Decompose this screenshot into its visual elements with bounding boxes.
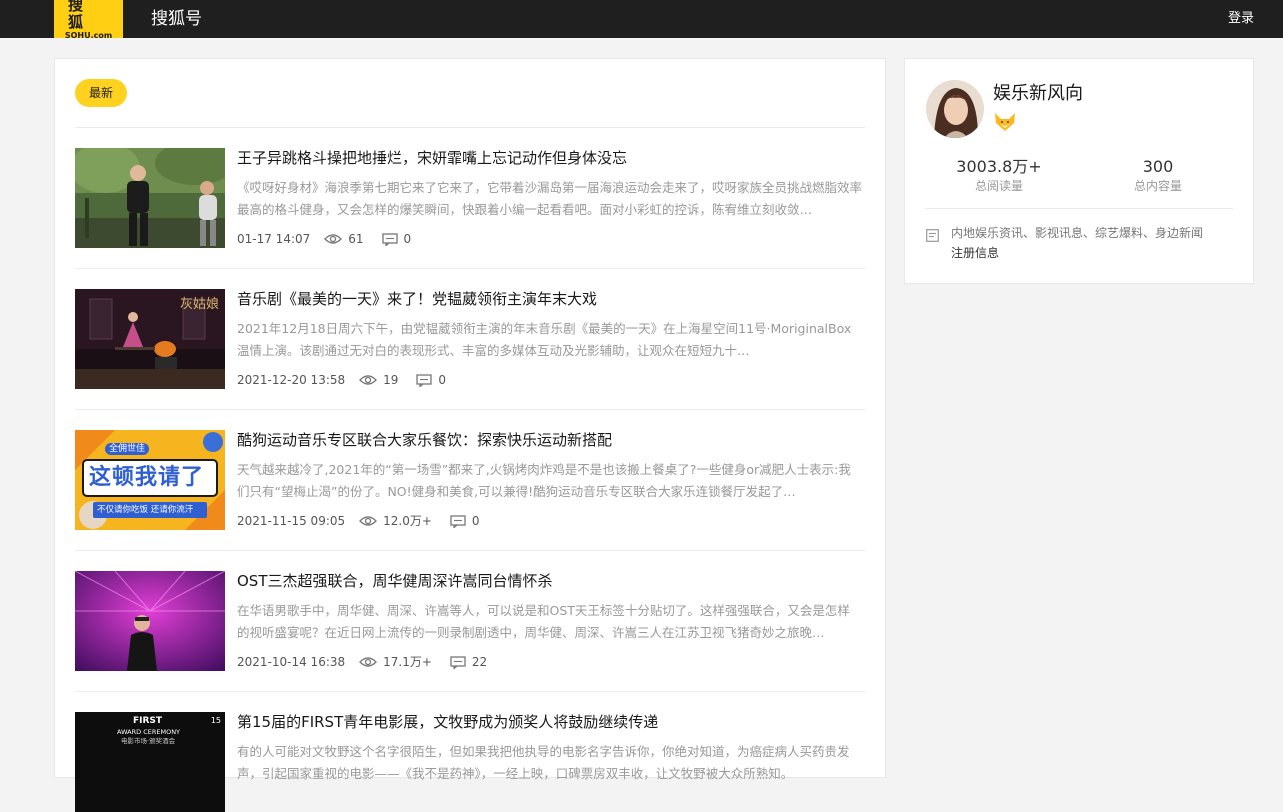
thumbnail-subline: 不仅请你吃饭 还请你流汗: [97, 505, 194, 515]
total-content-label: 总内容量: [1133, 179, 1182, 193]
fox-badge-icon: [993, 111, 1017, 133]
article-summary: 2021年12月18日周六下午，由党韫葳领衔主演的年末音乐剧《最美的一天》在上海…: [237, 321, 852, 358]
comment-count[interactable]: 0: [438, 372, 446, 388]
logo-en-text: SOHU.com: [64, 31, 113, 40]
login-link[interactable]: 登录: [1228, 10, 1254, 27]
article-item[interactable]: 王子异跳格斗操把地捶烂，宋妍霏嘴上忘记动作但身体没忘 《哎呀好身材》海浪季第七期…: [75, 148, 865, 248]
view-count: 61: [348, 232, 364, 246]
article-date: 2021-10-14 16:38: [237, 655, 346, 669]
article-date: 2021-11-15 09:05: [237, 514, 346, 528]
stat-total-reads: 3003.8万+ 总阅读量: [939, 157, 1059, 194]
article-title[interactable]: 王子异跳格斗操把地捶烂，宋妍霏嘴上忘记动作但身体没忘: [237, 148, 865, 168]
article-title[interactable]: 音乐剧《最美的一天》来了！党韫葳领衔主演年末大戏: [237, 289, 865, 309]
eye-icon: [324, 233, 343, 245]
article-item[interactable]: OST三杰超强联合，周华健周深许嵩同台情怀杀 在华语男歌手中，周华健、周深、许嵩…: [75, 571, 865, 671]
article-thumbnail[interactable]: 全佣世佳 这顿我请了 不仅请你吃饭 还请你流汗: [75, 430, 225, 530]
comment-count[interactable]: 0: [472, 513, 480, 529]
eye-icon: [359, 656, 378, 668]
avatar[interactable]: [926, 80, 984, 138]
thumbnail-badge: 全佣世佳: [105, 443, 150, 455]
divider: [75, 691, 865, 692]
article-meta: 2021-11-15 09:05 12.0万+ 0: [237, 513, 498, 529]
total-reads-value: 3003.8万+: [956, 157, 1042, 176]
comment-count[interactable]: 22: [472, 654, 487, 670]
article-date: 01-17 14:07: [237, 232, 311, 246]
article-title[interactable]: 酷狗运动音乐专区联合大家乐餐饮：探索快乐运动新搭配: [237, 430, 865, 450]
tab-latest[interactable]: 最新: [75, 79, 128, 107]
thumbnail-number: 15: [210, 716, 221, 725]
comment-icon[interactable]: [450, 655, 466, 669]
thumbnail-headline: 这顿我请了: [89, 465, 205, 490]
top-navbar: 搜狐 SOHU.com 搜狐号 登录: [0, 0, 1283, 40]
stat-total-content: 300 总内容量: [1098, 157, 1218, 194]
author-card: 娱乐新风向 3003.8万+ 总阅读量 300 总内容量 内地娱乐资讯、影视讯息…: [904, 58, 1254, 284]
total-reads-label: 总阅读量: [974, 179, 1023, 193]
article-item[interactable]: 全佣世佳 这顿我请了 不仅请你吃饭 还请你流汗 酷狗运动音乐专区联合大家乐餐饮：…: [75, 430, 865, 530]
article-thumbnail[interactable]: FIRST AWARD CEREMONY 电影市场·颁奖酒会 15: [75, 712, 225, 812]
article-feed: 最新 王子异跳格斗操把地捶烂，宋妍霏嘴上忘记动作但身体没忘 《哎呀好身材》海浪季…: [54, 58, 886, 812]
article-thumbnail[interactable]: 灰姑娘: [75, 289, 225, 389]
eye-icon: [359, 374, 378, 386]
article-meta: 2021-10-14 16:38 17.1万+ 22: [237, 654, 505, 670]
article-meta: 01-17 14:07 61 0: [237, 231, 429, 247]
divider: [75, 268, 865, 269]
article-thumbnail[interactable]: [75, 148, 225, 248]
article-title[interactable]: OST三杰超强联合，周华健周深许嵩同台情怀杀: [237, 571, 865, 591]
eye-icon: [359, 515, 378, 527]
divider: [925, 208, 1233, 209]
thumbnail-logo-text: FIRST: [133, 716, 163, 726]
thumbnail-caption: AWARD CEREMONY: [117, 728, 181, 736]
thumbnail-caption-cn: 电影市场·颁奖酒会: [121, 737, 176, 745]
article-summary: 天气越来越冷了,2021年的“第一场雪”都来了,火锅烤肉炸鸡是不是也该搬上餐桌了…: [237, 462, 851, 499]
article-item[interactable]: 灰姑娘 音乐剧《最美的一天》来了！党韫葳领衔主演年末大戏 2021年12月18日…: [75, 289, 865, 389]
article-meta: 2021-12-20 13:58 19 0: [237, 372, 464, 388]
view-count: 17.1万+: [383, 655, 432, 669]
comment-icon[interactable]: [381, 232, 398, 246]
author-name[interactable]: 娱乐新风向: [993, 82, 1083, 106]
author-description: 内地娱乐资讯、影视讯息、综艺爆料、身边新闻: [951, 226, 1204, 240]
comment-count[interactable]: 0: [404, 231, 412, 247]
article-summary: 有的人可能对文牧野这个名字很陌生，但如果我把他执导的电影名字告诉你，你绝对知道，…: [237, 744, 850, 781]
register-info-link[interactable]: 注册信息: [951, 245, 999, 262]
divider: [75, 409, 865, 410]
comment-icon[interactable]: [450, 514, 466, 528]
brand-title[interactable]: 搜狐号: [151, 8, 202, 30]
article-summary: 《哎呀好身材》海浪季第七期它来了它来了，它带着沙漏岛第一届海浪运动会走来了，哎呀…: [237, 180, 862, 217]
thumbnail-caption: 灰姑娘: [179, 297, 219, 312]
article-date: 2021-12-20 13:58: [237, 373, 346, 387]
divider: [75, 127, 865, 128]
article-thumbnail[interactable]: [75, 571, 225, 671]
document-icon: [926, 227, 939, 246]
article-summary: 在华语男歌手中，周华健、周深、许嵩等人，可以说是和OST天王标签十分贴切了。这样…: [237, 603, 850, 640]
sohu-logo[interactable]: 搜狐 SOHU.com: [54, 0, 123, 40]
view-count: 12.0万+: [383, 514, 432, 528]
logo-cn-text: 搜狐: [68, 0, 98, 31]
article-title[interactable]: 第15届的FIRST青年电影展，文牧野成为颁奖人将鼓励继续传递: [237, 712, 865, 732]
article-item[interactable]: FIRST AWARD CEREMONY 电影市场·颁奖酒会 15 第15届的F…: [75, 712, 865, 812]
total-content-value: 300: [1142, 157, 1174, 176]
comment-icon[interactable]: [416, 373, 433, 387]
divider: [75, 550, 865, 551]
view-count: 19: [383, 373, 399, 387]
